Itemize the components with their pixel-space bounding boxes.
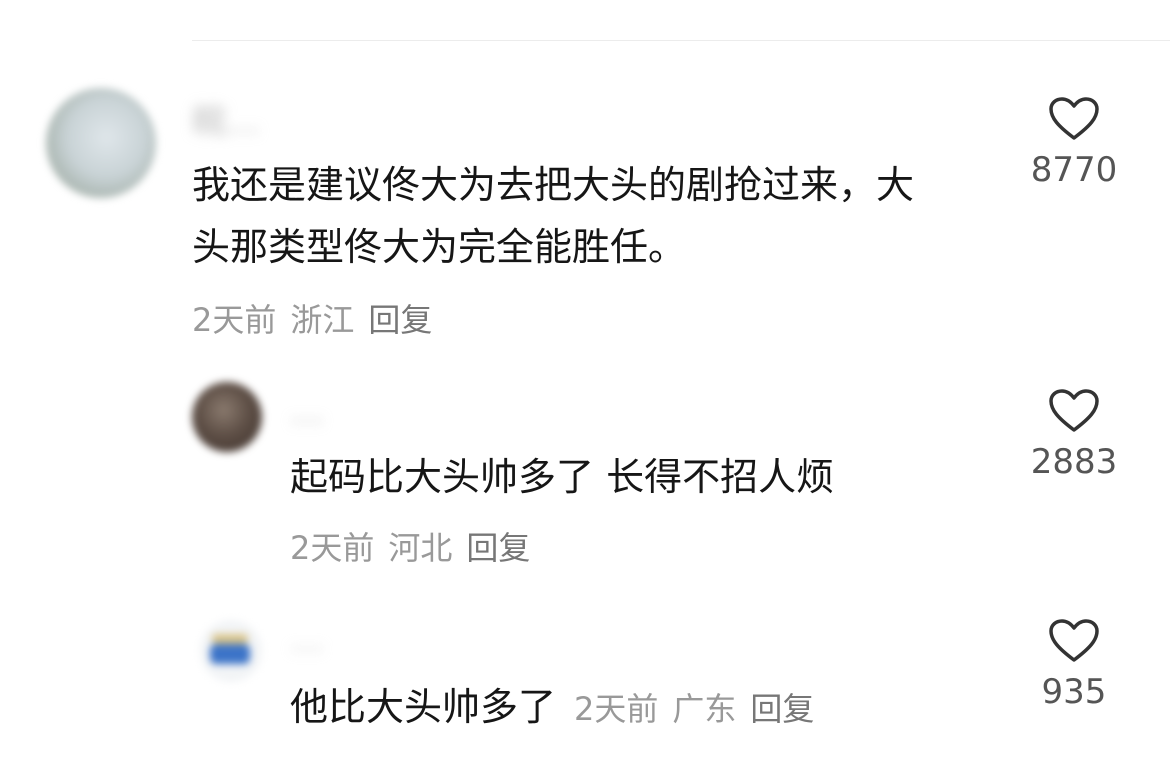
comment-location: 河北 (388, 529, 453, 567)
heart-outline-icon (1049, 97, 1099, 140)
comment-meta: 2天前 浙江 回复 (192, 298, 446, 342)
like-count: 2883 (1030, 442, 1118, 482)
comment-username[interactable]: … (290, 392, 324, 432)
like-button[interactable]: 8770 (1014, 96, 1134, 190)
comment-text: 我还是建议佟大为去把大头的剧抢过来，大 头那类型佟大为完全能胜任。 (192, 154, 914, 278)
avatar[interactable] (200, 620, 262, 682)
reply-button[interactable]: 回复 (750, 690, 814, 728)
like-button[interactable]: 2883 (1014, 388, 1134, 482)
comment-meta: 2天前 广东 回复 (574, 690, 828, 728)
comment-text: 起码比大头帅多了 长得不招人烦 (290, 446, 834, 508)
comment-username[interactable]: … (290, 620, 324, 660)
comment-text-line: 起码比大头帅多了 长得不招人烦 (290, 455, 835, 499)
like-count: 935 (1041, 672, 1107, 712)
comment-time: 2天前 (192, 301, 277, 339)
heart-outline-icon (1049, 619, 1099, 662)
reply-button[interactable]: 回复 (466, 529, 530, 567)
comment-text: 他比大头帅多了 2天前 广东 回复 (290, 676, 828, 738)
comment-text-line: 我还是建议佟大为去把大头的剧抢过来，大 (192, 163, 915, 207)
avatar[interactable] (192, 382, 262, 452)
comment-location: 广东 (672, 690, 737, 728)
avatar[interactable] (46, 88, 156, 198)
comment-meta: 2天前 河北 回复 (290, 526, 544, 570)
comment-text-line: 头那类型佟大为完全能胜任。 (192, 225, 687, 269)
comment-time: 2天前 (290, 529, 375, 567)
heart-outline-icon (1049, 389, 1099, 432)
comment-location: 浙江 (290, 301, 355, 339)
comment-text-line: 他比大头帅多了 (290, 685, 557, 729)
comment-time: 2天前 (574, 690, 659, 728)
top-divider (192, 40, 1170, 41)
like-button[interactable]: 935 (1014, 618, 1134, 712)
reply-button[interactable]: 回复 (368, 301, 432, 339)
comment-username[interactable]: 皖… (192, 94, 260, 143)
like-count: 8770 (1030, 150, 1118, 190)
